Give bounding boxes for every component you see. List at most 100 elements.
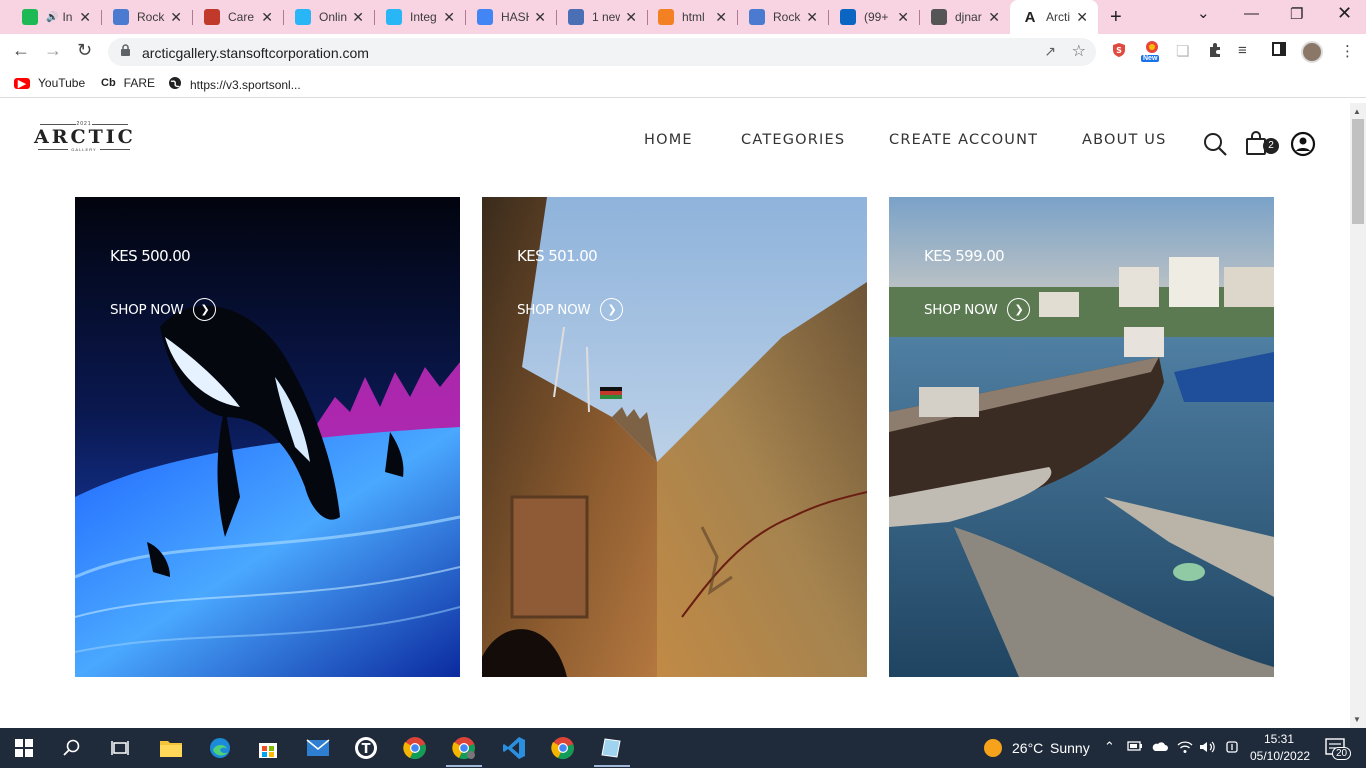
browser-tab[interactable]: djnar ✕ — [919, 0, 1010, 34]
extension-doc-icon[interactable]: ❏ — [1176, 42, 1189, 60]
tab-title: Integ — [410, 10, 437, 24]
browser-tab[interactable]: html ✕ — [646, 0, 737, 34]
extension-new-badge: New — [1141, 55, 1160, 62]
scroll-down-icon[interactable]: ▼ — [1353, 715, 1361, 724]
close-tab-icon[interactable]: ✕ — [443, 9, 455, 26]
bookmarks-bar: ▶ YouTube Cb FARE https://v3.sportsonl..… — [0, 70, 1366, 98]
new-tab-button[interactable]: + — [1110, 6, 1122, 29]
chevron-up-icon[interactable]: ⌃ — [1104, 739, 1115, 755]
scroll-up-icon[interactable]: ▲ — [1353, 107, 1361, 116]
minimize-button[interactable]: — — [1244, 5, 1259, 22]
close-tab-icon[interactable]: ✕ — [352, 9, 364, 26]
flutter-icon — [386, 9, 402, 25]
taskbar-search-icon[interactable] — [58, 734, 86, 762]
menu-kebab-icon[interactable]: ⋮ — [1340, 42, 1355, 60]
nav-home[interactable]: HOME — [644, 132, 693, 148]
weather-condition[interactable]: Sunny — [1050, 740, 1090, 756]
extension-s-icon[interactable]: S — [1111, 42, 1127, 62]
windows-start-icon[interactable] — [10, 734, 38, 762]
close-tab-icon[interactable]: ✕ — [625, 9, 637, 26]
profile-avatar[interactable] — [1301, 41, 1323, 63]
tab-title: Rock — [773, 10, 801, 24]
close-tab-icon[interactable]: ✕ — [988, 9, 1000, 26]
volume-icon[interactable] — [1199, 740, 1215, 757]
reading-list-icon[interactable]: ≡ — [1238, 42, 1247, 59]
browser-tab[interactable]: A Arcti ✕ — [1010, 0, 1098, 34]
clock-time[interactable]: 15:31 — [1264, 732, 1294, 746]
svg-text:T: T — [362, 742, 371, 757]
app-tablet-icon[interactable] — [597, 734, 625, 762]
product-card[interactable]: KES 501.00 SHOP NOW ❯ — [482, 197, 867, 677]
product-price: KES 599.00 — [924, 247, 1005, 265]
scroll-thumb[interactable] — [1352, 119, 1364, 224]
wifi-icon[interactable] — [1177, 740, 1193, 757]
forward-button[interactable]: → — [44, 40, 62, 61]
chrome-icon[interactable] — [401, 734, 429, 762]
back-button[interactable]: ← — [12, 40, 30, 61]
close-tab-icon[interactable]: ✕ — [897, 9, 909, 26]
restore-button[interactable]: ❐ — [1290, 5, 1303, 23]
shop-now-label: SHOP NOW — [517, 301, 591, 318]
browser-tab[interactable]: Onlin ✕ — [283, 0, 374, 34]
address-bar[interactable]: arcticgallery.stansoftcorporation.com ↗ … — [108, 38, 1096, 66]
task-view-icon[interactable] — [106, 734, 134, 762]
mail-icon[interactable] — [304, 734, 332, 762]
tab-title: (99+ — [864, 10, 889, 24]
browser-tab[interactable]: 🔊 In ✕ — [10, 0, 101, 34]
battery-icon[interactable] — [1127, 740, 1143, 755]
close-window-button[interactable]: ✕ — [1337, 3, 1352, 24]
bookmark-fare[interactable]: Cb FARE — [101, 76, 155, 90]
tab-search-icon[interactable]: ⌄ — [1197, 4, 1210, 22]
extensions-puzzle-icon[interactable] — [1207, 42, 1223, 62]
close-tab-icon[interactable]: ✕ — [170, 9, 182, 26]
microsoft-store-icon[interactable] — [254, 734, 282, 762]
shop-now-link[interactable]: SHOP NOW ❯ — [517, 298, 624, 321]
browser-tab[interactable]: (99+ ✕ — [828, 0, 919, 34]
browser-tab[interactable]: 1 new ✕ — [556, 0, 647, 34]
browser-tab[interactable]: Integ ✕ — [374, 0, 465, 34]
close-tab-icon[interactable]: ✕ — [261, 9, 273, 26]
rocket-icon — [749, 9, 765, 25]
speaker-icon[interactable]: 🔊 — [46, 12, 58, 23]
close-tab-icon[interactable]: ✕ — [534, 9, 546, 26]
clock-date[interactable]: 05/10/2022 — [1250, 749, 1310, 763]
bookmark-star-icon[interactable]: ☆ — [1072, 41, 1086, 61]
close-tab-icon[interactable]: ✕ — [1076, 9, 1088, 26]
chrome-profile-icon[interactable] — [450, 734, 478, 762]
meet-now-icon[interactable] — [1225, 740, 1239, 757]
product-card[interactable]: KES 500.00 SHOP NOW ❯ — [75, 197, 460, 677]
file-explorer-icon[interactable] — [157, 734, 185, 762]
side-panel-icon[interactable] — [1272, 42, 1286, 60]
browser-tab[interactable]: Care ✕ — [192, 0, 283, 34]
bookmark-sportsonline[interactable]: https://v3.sportsonl... — [168, 76, 301, 93]
edge-icon[interactable] — [206, 734, 234, 762]
browser-tab[interactable]: HASH ✕ — [465, 0, 556, 34]
browser-tab[interactable]: Rock ✕ — [737, 0, 828, 34]
page-scrollbar[interactable]: ▲ ▼ — [1350, 103, 1366, 728]
shop-now-link[interactable]: SHOP NOW ❯ — [924, 298, 1031, 321]
nav-categories[interactable]: CATEGORIES — [741, 132, 845, 148]
share-icon[interactable]: ↗ — [1044, 43, 1056, 60]
chrome-icon[interactable] — [549, 734, 577, 762]
arctic-logo[interactable]: 2021 ARCTIC GALLERY — [34, 121, 134, 153]
product-card[interactable]: KES 599.00 SHOP NOW ❯ — [889, 197, 1274, 677]
account-icon[interactable] — [1290, 131, 1316, 162]
nav-create-account[interactable]: CREATE ACCOUNT — [889, 132, 1038, 148]
cloud-icon[interactable] — [1151, 740, 1169, 755]
search-icon[interactable] — [1202, 131, 1228, 162]
close-tab-icon[interactable]: ✕ — [806, 9, 818, 26]
bookmark-youtube[interactable]: ▶ YouTube — [14, 76, 85, 90]
nav-about-us[interactable]: ABOUT US — [1082, 132, 1167, 148]
reload-button[interactable]: ↻ — [77, 40, 92, 61]
weather-temp[interactable]: 26°C — [1012, 740, 1043, 756]
browser-tab[interactable]: Rock ✕ — [101, 0, 192, 34]
shop-now-link[interactable]: SHOP NOW ❯ — [110, 298, 217, 321]
active-app-indicator — [594, 765, 630, 767]
weather-sun-icon[interactable] — [979, 734, 1007, 762]
close-tab-icon[interactable]: ✕ — [715, 9, 727, 26]
app-t-icon[interactable]: T — [352, 734, 380, 762]
globe-icon — [168, 76, 182, 93]
close-tab-icon[interactable]: ✕ — [79, 9, 91, 26]
vscode-icon[interactable] — [500, 734, 528, 762]
logo-wordmark: ARCTIC — [34, 126, 136, 148]
